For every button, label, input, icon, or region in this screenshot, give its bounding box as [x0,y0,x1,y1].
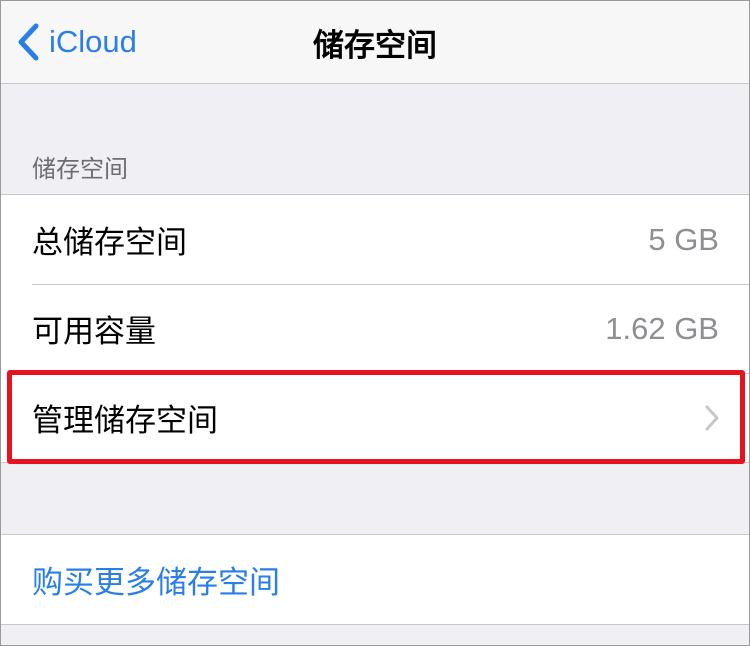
manage-storage-row[interactable]: 管理储存空间 [1,373,749,462]
navigation-bar: iCloud 储存空间 [1,1,749,84]
total-storage-label: 总储存空间 [32,225,187,261]
available-storage-row: 可用容量 1.62 GB [1,284,749,373]
section-header-storage: 储存空间 [32,155,128,183]
buy-more-storage-row[interactable]: 购买更多储存空间 [1,535,749,624]
chevron-right-icon [705,405,719,431]
available-storage-value: 1.62 GB [605,310,719,346]
manage-storage-label: 管理储存空间 [32,403,218,439]
storage-group: 总储存空间 5 GB 可用容量 1.62 GB 管理储存空间 [1,194,749,463]
page-title: 储存空间 [313,27,437,64]
buy-more-storage-label: 购买更多储存空间 [32,565,280,601]
total-storage-value: 5 GB [648,221,719,257]
total-storage-row: 总储存空间 5 GB [1,195,749,284]
buy-storage-group: 购买更多储存空间 [1,534,749,625]
available-storage-label: 可用容量 [32,314,156,350]
